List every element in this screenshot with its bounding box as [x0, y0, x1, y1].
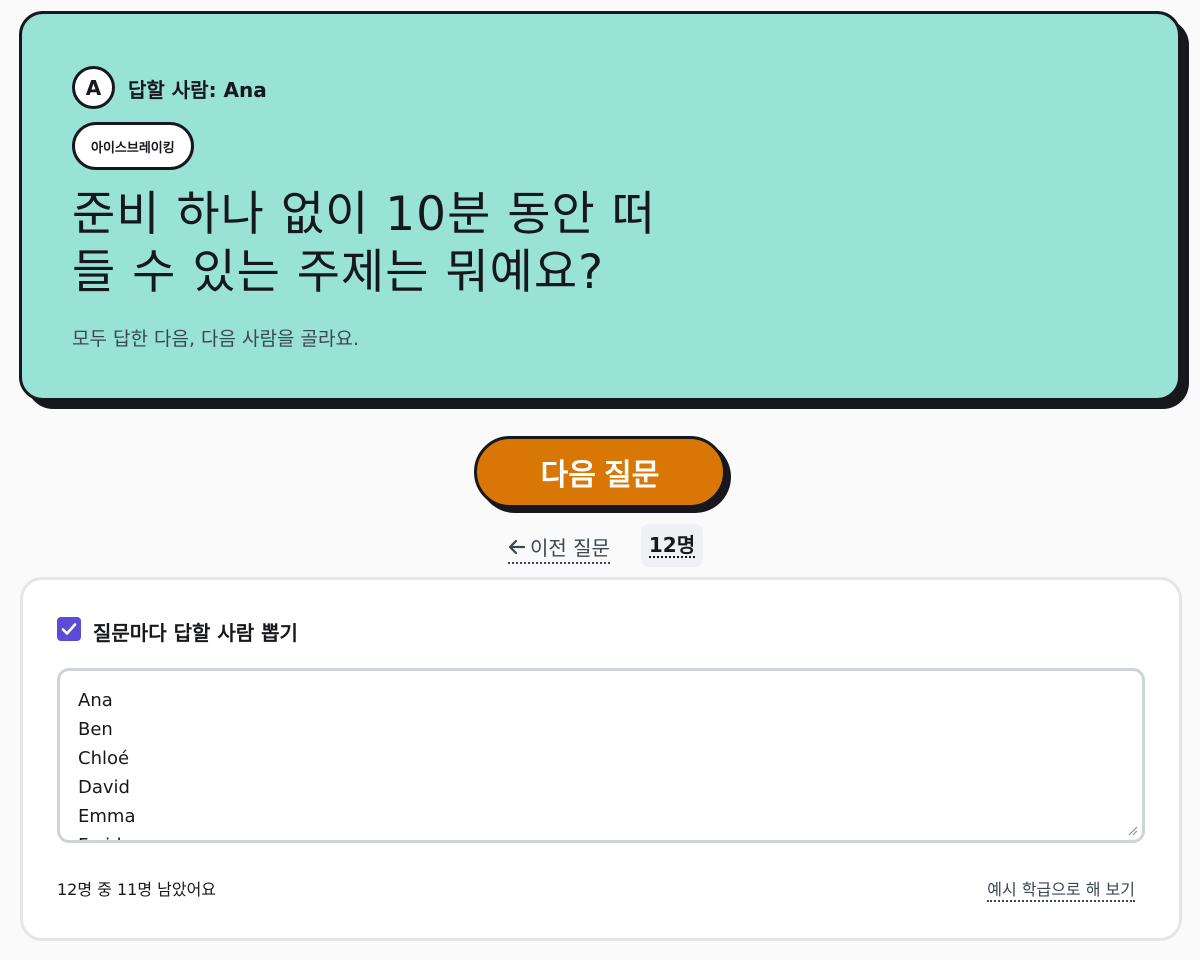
resize-handle-icon[interactable]: [1128, 826, 1138, 836]
instruction-hint: 모두 답한 다음, 다음 사람을 골라요.: [72, 328, 359, 350]
checkmark-icon: [61, 623, 77, 635]
remaining-count-text: 12명 중 11명 남았어요: [57, 880, 217, 899]
name-line: Emma: [78, 806, 136, 827]
question-line-1: 준비 하나 없이 10분 동안 떠: [72, 187, 656, 242]
name-line: Ana: [78, 690, 113, 711]
responder-avatar: A: [72, 66, 115, 109]
question-text: 준비 하나 없이 10분 동안 떠 들 수 있는 주제는 뭐예요?: [72, 186, 772, 302]
example-class-link[interactable]: 예시 학급으로 해 보기: [987, 876, 1135, 902]
category-badge: 아이스브레이킹: [72, 122, 194, 170]
responder-name: 답할 사람: Ana: [128, 78, 267, 102]
pick-responder-checkbox[interactable]: [57, 617, 81, 641]
next-question-button-container: 다음 질문: [474, 436, 732, 514]
name-line: Ben: [78, 719, 113, 740]
previous-question-link[interactable]: 이전 질문: [508, 532, 610, 564]
name-line: Farid: [78, 831, 1124, 840]
question-card-container: A 답할 사람: Ana 아이스브레이킹 준비 하나 없이 10분 동안 떠 들…: [19, 11, 1189, 409]
name-line: Chloé: [78, 748, 130, 769]
question-line-2: 들 수 있는 주제는 뭐예요?: [72, 245, 605, 300]
participant-count: 12명: [648, 532, 696, 558]
arrow-left-icon: [508, 539, 526, 554]
responder-picker-panel: 질문마다 답할 사람 뽑기 Ana Ben Chloé David Emma F…: [20, 577, 1182, 941]
participant-count-chip[interactable]: 12명: [641, 524, 703, 567]
previous-question-label: 이전 질문: [530, 536, 610, 560]
name-line: David: [78, 777, 130, 798]
next-question-button[interactable]: 다음 질문: [474, 436, 726, 508]
pick-responder-label[interactable]: 질문마다 답할 사람 뽑기: [93, 617, 298, 646]
question-card: A 답할 사람: Ana 아이스브레이킹 준비 하나 없이 10분 동안 떠 들…: [19, 11, 1181, 401]
names-textarea[interactable]: Ana Ben Chloé David Emma Farid: [57, 668, 1145, 843]
